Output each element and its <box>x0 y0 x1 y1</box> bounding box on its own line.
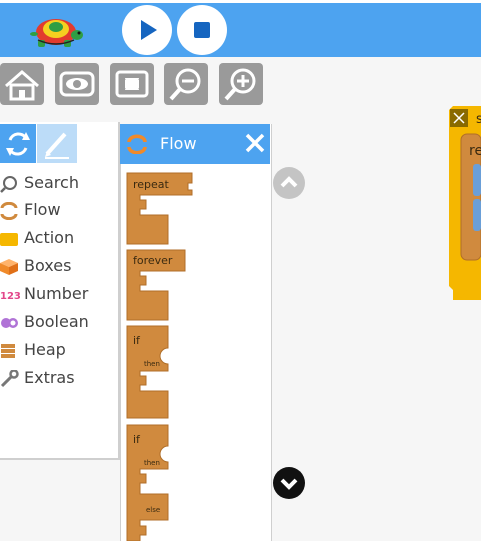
category-item-extras[interactable]: Extras <box>0 367 116 391</box>
flyout-title: Flow <box>160 134 197 153</box>
play-icon <box>141 20 157 40</box>
zoom-in-button[interactable] <box>219 63 263 105</box>
category-item-flow[interactable]: Flow <box>0 199 116 223</box>
refresh-icon <box>6 132 30 156</box>
category-item-search[interactable]: Search <box>0 172 116 196</box>
flyout-blocks <box>126 172 193 541</box>
pencil-icon <box>45 132 69 159</box>
heap-icon <box>1 344 15 358</box>
workspace-block-top-label: s <box>476 112 481 127</box>
home-icon <box>5 70 39 101</box>
home-button[interactable] <box>0 63 44 105</box>
category-label: Extras <box>24 368 75 387</box>
wrench-icon <box>0 370 19 388</box>
category-item-number[interactable]: 123 Number <box>0 283 116 307</box>
flyout-header: Flow <box>120 124 270 164</box>
stop-icon <box>194 22 210 38</box>
flow-icon <box>127 134 147 154</box>
number-icon: 123 <box>0 291 20 302</box>
category-label: Action <box>24 228 75 247</box>
category-label: Number <box>24 284 89 303</box>
workspace-block-label: re <box>469 143 481 159</box>
then-label: then <box>144 459 160 467</box>
category-label: Flow <box>24 200 61 219</box>
chevron-up-icon <box>280 176 298 188</box>
if-label: if <box>133 433 140 446</box>
category-label: Boolean <box>24 312 89 331</box>
forever-label: forever <box>133 254 173 267</box>
zoom-out-icon <box>169 68 201 101</box>
close-icon[interactable] <box>244 132 266 154</box>
top-bar <box>0 0 481 57</box>
category-item-action[interactable]: Action <box>0 227 116 251</box>
zoom-in-icon <box>224 68 256 101</box>
refresh-button[interactable] <box>0 124 36 163</box>
if-label: if <box>133 334 140 347</box>
action-icon <box>0 233 18 246</box>
box-icon <box>0 259 18 275</box>
workspace-block[interactable] <box>447 104 481 300</box>
scroll-down-button[interactable] <box>273 467 305 499</box>
category-item-boxes[interactable]: Boxes <box>0 255 116 279</box>
category-label: Heap <box>24 340 66 359</box>
turtle-logo-icon <box>30 19 83 47</box>
chevron-down-icon <box>280 478 298 490</box>
category-item-heap[interactable]: Heap <box>0 339 116 363</box>
fit-icon <box>115 70 149 98</box>
top-border <box>0 0 481 3</box>
then-label: then <box>144 360 160 368</box>
zoom-out-button[interactable] <box>164 63 208 105</box>
category-label: Search <box>24 173 79 192</box>
else-label: else <box>146 506 161 514</box>
category-label: Boxes <box>24 256 72 275</box>
run-button[interactable] <box>122 5 172 55</box>
svg-text:123: 123 <box>0 291 20 302</box>
repeat-label: repeat <box>133 178 169 191</box>
stop-button[interactable] <box>177 5 227 55</box>
category-item-boolean[interactable]: Boolean <box>0 311 116 335</box>
scroll-up-button[interactable] <box>273 167 305 199</box>
eye-icon <box>59 71 95 97</box>
fit-button[interactable] <box>110 63 154 105</box>
boolean-icon <box>1 318 18 328</box>
search-icon <box>0 176 17 193</box>
flow-icon <box>0 202 18 220</box>
view-button[interactable] <box>55 63 99 105</box>
edit-button[interactable] <box>37 124 77 163</box>
